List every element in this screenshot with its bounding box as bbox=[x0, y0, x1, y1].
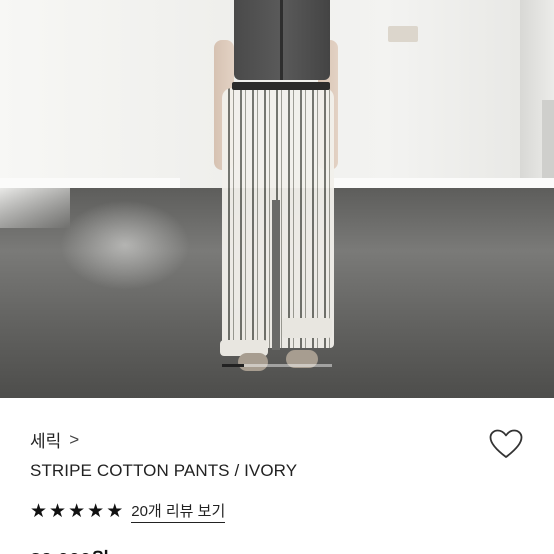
model-pants-gap bbox=[272, 200, 280, 350]
product-image[interactable] bbox=[0, 0, 554, 398]
model-shoe-left bbox=[238, 353, 268, 371]
model-cuff-right bbox=[282, 318, 332, 338]
chevron-right-icon: > bbox=[69, 429, 80, 449]
photo-baseboard-left bbox=[0, 178, 180, 188]
photo-baseboard-right bbox=[330, 178, 554, 188]
star-icon: ★ bbox=[106, 500, 124, 522]
brand-name: 세릭 bbox=[30, 431, 62, 451]
heart-outline-icon bbox=[489, 429, 523, 458]
view-reviews-link[interactable]: 20개 리뷰 보기 bbox=[131, 500, 226, 523]
brand-link[interactable]: 세릭 > bbox=[30, 426, 79, 452]
photo-wall-fixture bbox=[388, 26, 418, 42]
star-icon: ★ bbox=[49, 500, 67, 522]
favorite-button[interactable] bbox=[486, 426, 526, 462]
gallery-progress-indicator bbox=[222, 364, 244, 367]
rating-row: ★ ★ ★ ★ ★ 20개 리뷰 보기 bbox=[30, 499, 226, 523]
star-icon: ★ bbox=[68, 500, 86, 522]
rating-stars: ★ ★ ★ ★ ★ bbox=[30, 502, 123, 521]
product-price: 89,000원 bbox=[30, 544, 110, 554]
photo-wall-door bbox=[542, 100, 554, 180]
star-icon: ★ bbox=[30, 500, 48, 522]
product-name: STRIPE COTTON PANTS / IVORY bbox=[30, 461, 298, 480]
model-top-zip bbox=[280, 0, 283, 80]
star-icon: ★ bbox=[87, 500, 105, 522]
photo-floor-glare bbox=[60, 200, 190, 290]
model-waistband bbox=[232, 82, 330, 90]
